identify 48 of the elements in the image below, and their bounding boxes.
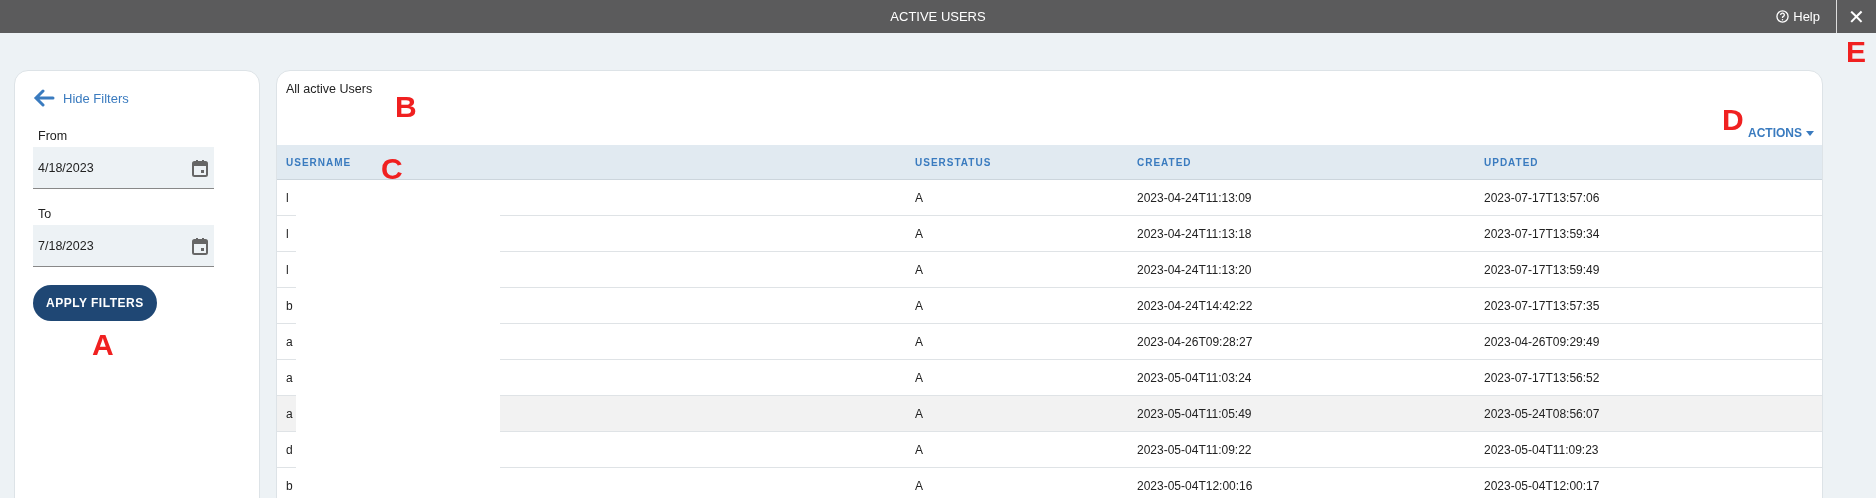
- table-cell: A: [906, 396, 1128, 432]
- table-cell: A: [906, 468, 1128, 498]
- window-title: ACTIVE USERS: [890, 9, 986, 24]
- table-cell: 2023-05-04T11:09:22: [1128, 432, 1475, 468]
- table-cell: A: [906, 432, 1128, 468]
- table-title: All active Users: [286, 82, 373, 96]
- table-cell: A: [906, 180, 1128, 216]
- column-header[interactable]: USERNAME: [286, 156, 352, 168]
- annotation-label: A: [92, 328, 114, 362]
- table-cell: 2023-04-24T11:13:09: [1128, 180, 1475, 216]
- caret-icon: [1806, 130, 1814, 136]
- table-cell: 2023-05-04T11:09:23: [1475, 432, 1822, 468]
- annotation-label: E: [1846, 35, 1866, 69]
- column-header[interactable]: CREATED: [1137, 156, 1192, 168]
- back-arrow-icon: [33, 89, 55, 107]
- table-cell: 2023-04-24T11:13:18: [1128, 216, 1475, 252]
- field-label: To: [38, 207, 53, 221]
- date-field[interactable]: 7/18/2023: [33, 225, 214, 267]
- table-cell: 2023-05-04T12:00:16: [1128, 468, 1475, 498]
- annotation-label: B: [395, 90, 417, 124]
- table-cell: 2023-05-04T12:00:17: [1475, 468, 1822, 498]
- table-cell: A: [906, 252, 1128, 288]
- hide-filters-link[interactable]: Hide Filters: [33, 89, 129, 107]
- table-cell: A: [906, 324, 1128, 360]
- table-cell: 2023-05-04T11:05:49: [1128, 396, 1475, 432]
- field-label: From: [38, 129, 69, 143]
- table-cell: 2023-04-26T09:28:27: [1128, 324, 1475, 360]
- column-header[interactable]: UPDATED: [1484, 156, 1539, 168]
- help-icon: [1776, 10, 1790, 23]
- column-header[interactable]: USERSTATUS: [915, 156, 992, 168]
- calendar-icon: [192, 236, 208, 255]
- apply-filters-button[interactable]: APPLY FILTERS: [33, 285, 157, 321]
- actions-button[interactable]: ACTIONS: [1748, 121, 1814, 145]
- table-cell: 2023-04-24T11:13:20: [1128, 252, 1475, 288]
- table-cell: 2023-07-17T13:59:49: [1475, 252, 1822, 288]
- table-cell: 2023-05-24T08:56:07: [1475, 396, 1822, 432]
- calendar-icon: [192, 158, 208, 177]
- help-link[interactable]: Help: [1776, 9, 1820, 24]
- table-cell: 2023-07-17T13:57:06: [1475, 180, 1822, 216]
- table-cell: A: [906, 288, 1128, 324]
- table-cell: 2023-07-17T13:59:34: [1475, 216, 1822, 252]
- close-button[interactable]: ✕: [1836, 0, 1876, 33]
- table-cell: 2023-04-24T14:42:22: [1128, 288, 1475, 324]
- table-cell: 2023-07-17T13:57:35: [1475, 288, 1822, 324]
- annotation-label: D: [1722, 103, 1744, 137]
- table-cell: A: [906, 216, 1128, 252]
- table-cell: 2023-04-26T09:29:49: [1475, 324, 1822, 360]
- date-field[interactable]: 4/18/2023: [33, 147, 214, 189]
